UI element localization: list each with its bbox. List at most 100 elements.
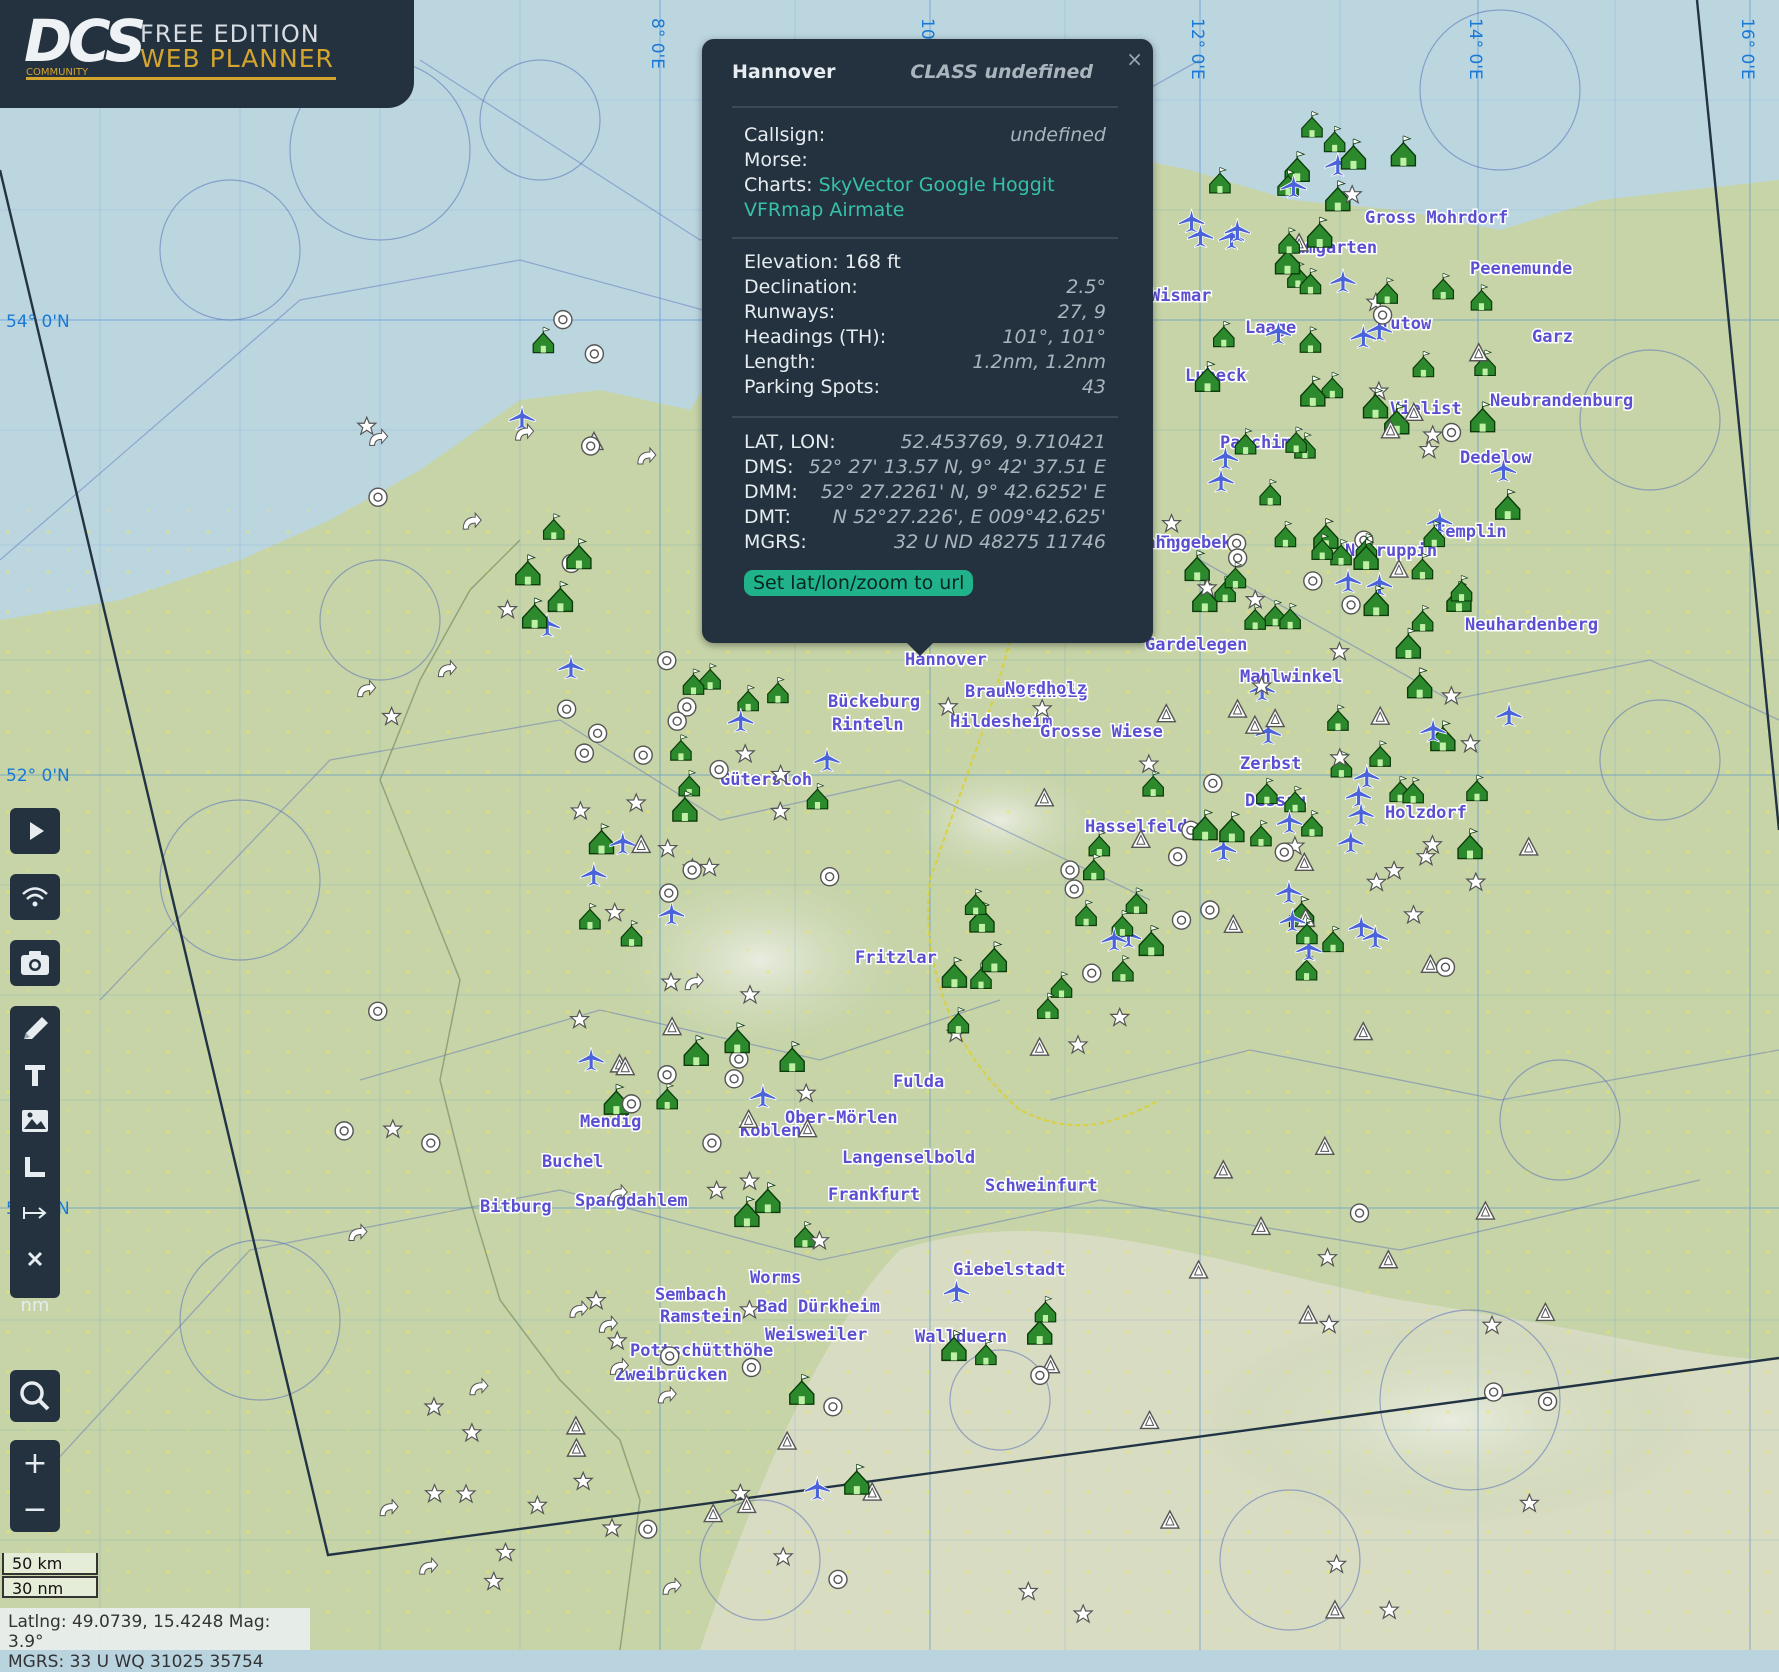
clear-icon[interactable]: [10, 1236, 60, 1282]
zoom-out-button[interactable]: −: [10, 1486, 60, 1532]
vor-icon[interactable]: [1435, 957, 1456, 977]
place-label: Holzdorf: [1385, 803, 1467, 823]
network-button[interactable]: [10, 874, 60, 920]
vor-icon[interactable]: [1064, 879, 1084, 899]
vor-icon[interactable]: [1171, 910, 1192, 930]
vor-icon[interactable]: [638, 1519, 658, 1539]
chart-link-google[interactable]: Google: [919, 174, 986, 196]
runways-label: Runways:: [744, 301, 836, 323]
image-icon[interactable]: [10, 1098, 60, 1144]
dmm-row: DMM: 52° 27.2261' N, 9° 42.6252' E: [744, 480, 1106, 505]
place-label: Fulda: [893, 1072, 944, 1092]
charts-row: Charts: SkyVector Google Hoggit VFRmap Airm…: [744, 173, 1106, 223]
place-label: Worms: [750, 1268, 801, 1288]
vor-icon[interactable]: [1060, 860, 1080, 880]
vor-icon[interactable]: [657, 1065, 677, 1085]
vor-icon[interactable]: [556, 699, 577, 719]
play-button[interactable]: [10, 808, 60, 854]
mgrs-label: MGRS:: [744, 531, 807, 553]
place-label: Gross Mohrdorf: [1365, 208, 1508, 228]
vor-icon[interactable]: [1303, 571, 1323, 591]
vor-icon[interactable]: [421, 1133, 441, 1153]
place-label: Zerbst: [1240, 754, 1301, 774]
text-icon[interactable]: [10, 1052, 60, 1098]
vor-icon[interactable]: [553, 309, 573, 330]
mgrs-value: 32 U ND 48275 11746: [894, 531, 1106, 553]
place-label: Dedelow: [1460, 448, 1532, 468]
pencil-icon[interactable]: [10, 1006, 60, 1052]
screenshot-button[interactable]: [10, 940, 60, 986]
vor-icon[interactable]: [702, 1133, 722, 1153]
place-label: Fritzlar: [855, 948, 937, 968]
latlon-label: LAT, LON:: [744, 431, 836, 453]
vor-icon[interactable]: [657, 650, 677, 671]
chart-link-skyvector[interactable]: SkyVector: [819, 174, 913, 196]
chart-link-hoggit[interactable]: Hoggit: [992, 174, 1055, 196]
elevation-label: Elevation: 168 ft: [744, 251, 901, 273]
vor-icon[interactable]: [621, 1094, 642, 1114]
vor-icon[interactable]: [580, 436, 601, 456]
scale-km: 50 km: [2, 1553, 98, 1575]
zoom-in-button[interactable]: +: [10, 1440, 60, 1486]
place-label: Zweibrücken: [615, 1365, 728, 1385]
vor-icon[interactable]: [659, 883, 679, 903]
vor-icon[interactable]: [334, 1121, 354, 1141]
vor-icon[interactable]: [633, 745, 653, 765]
ruler-icon[interactable]: [10, 1144, 60, 1190]
vor-icon[interactable]: [1082, 963, 1102, 983]
chart-link-vfrmap[interactable]: VFRmap: [744, 199, 823, 221]
vor-icon[interactable]: [741, 1357, 762, 1378]
vor-icon[interactable]: [1203, 773, 1223, 794]
vor-icon[interactable]: [724, 1069, 744, 1089]
vor-icon[interactable]: [682, 860, 702, 880]
divider: [732, 416, 1118, 418]
scale-nm: 30 nm: [2, 1576, 98, 1598]
vor-icon[interactable]: [1441, 422, 1462, 443]
vor-icon[interactable]: [1167, 846, 1188, 867]
chart-link-airmate[interactable]: Airmate: [829, 199, 904, 221]
vor-icon[interactable]: [1274, 842, 1294, 862]
place-label: Garz: [1532, 327, 1573, 347]
vor-icon[interactable]: [368, 1001, 388, 1021]
vor-icon[interactable]: [574, 743, 595, 763]
vor-icon[interactable]: [667, 711, 687, 731]
search-icon: [20, 1381, 50, 1411]
place-label: Neubrandenburg: [1490, 391, 1633, 411]
place-label: Frankfurt: [828, 1185, 920, 1205]
popup-header: Hannover CLASS undefined: [732, 61, 1093, 83]
length-label: Length:: [744, 351, 816, 373]
dms-label: DMS:: [744, 456, 794, 478]
vor-icon[interactable]: [823, 1397, 843, 1417]
vor-icon[interactable]: [709, 759, 729, 780]
latlon-row: LAT, LON: 52.453769, 9.710421: [744, 430, 1106, 455]
airbase-name: Hannover: [732, 61, 836, 83]
logo-underline: [26, 77, 336, 80]
callsign-value: undefined: [1010, 124, 1106, 146]
vor-icon[interactable]: [660, 1346, 680, 1366]
place-label: Bitburg: [480, 1197, 552, 1217]
vor-icon[interactable]: [819, 867, 840, 887]
measure-icon[interactable]: [10, 1190, 60, 1236]
vor-icon[interactable]: [828, 1569, 848, 1590]
close-icon[interactable]: ×: [1126, 47, 1143, 71]
search-button[interactable]: [10, 1370, 60, 1422]
vor-icon[interactable]: [368, 487, 388, 507]
drawing-tools: nm: [10, 1006, 60, 1316]
vor-icon[interactable]: [1537, 1391, 1558, 1412]
place-label: Gardelegen: [1145, 635, 1247, 655]
headings-value: 101°, 101°: [1002, 326, 1106, 348]
declination-value: 2.5°: [1066, 276, 1106, 298]
vor-icon[interactable]: [1200, 900, 1220, 920]
vor-icon[interactable]: [1349, 1203, 1370, 1223]
vor-icon[interactable]: [584, 344, 605, 364]
set-url-button[interactable]: Set lat/lon/zoom to url: [744, 570, 974, 596]
vor-icon[interactable]: [587, 723, 608, 744]
callsign-label: Callsign:: [744, 124, 826, 146]
vor-icon[interactable]: [1030, 1365, 1050, 1386]
vor-icon[interactable]: [1483, 1382, 1504, 1402]
units-toggle[interactable]: nm: [10, 1282, 60, 1328]
vor-icon[interactable]: [1341, 595, 1361, 615]
lat-label: 52° 0'N: [6, 766, 70, 786]
vor-icon[interactable]: [1372, 305, 1393, 325]
place-label: Langenselbold: [842, 1148, 975, 1168]
